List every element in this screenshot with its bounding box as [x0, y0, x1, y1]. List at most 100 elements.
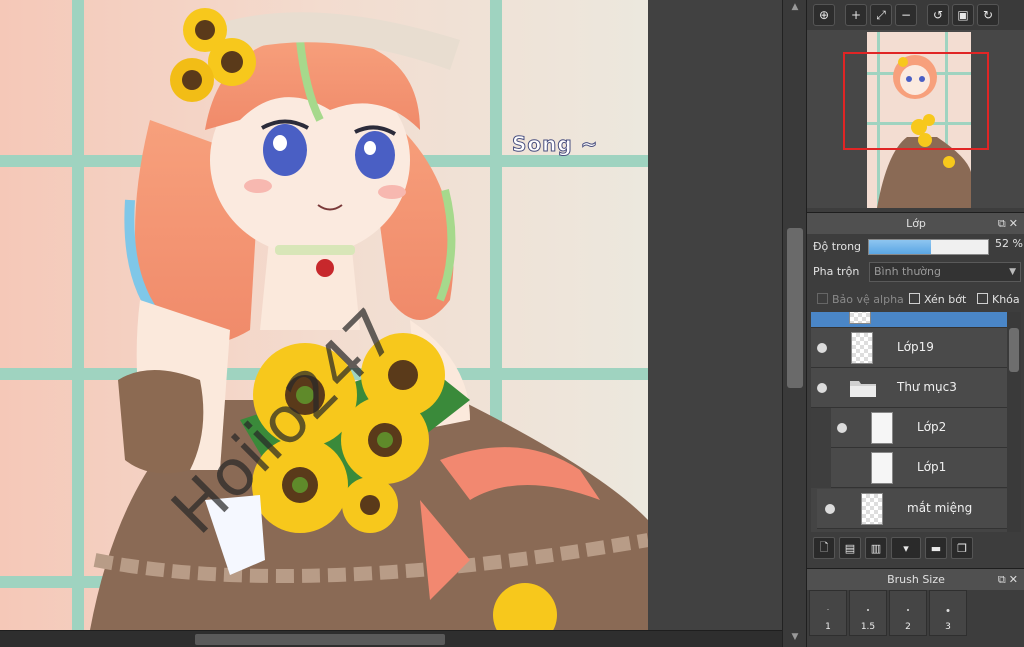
protect-alpha-check-icon — [817, 293, 828, 304]
new-8bit-layer-icon: ▤ — [844, 541, 856, 555]
navigator-toolbar: ⊕ + ⤢ − ↺ ▣ ↻ — [807, 0, 1024, 30]
zoom-out-button[interactable]: − — [895, 4, 917, 26]
layer-thumbnail — [861, 493, 883, 525]
zoom-fit-button[interactable]: ⊕ — [813, 4, 835, 26]
layer-thumbnail — [849, 312, 871, 324]
opacity-slider[interactable] — [868, 239, 989, 255]
layer-row-lop1[interactable]: Lớp1 — [811, 448, 1007, 488]
brush-dot-icon — [827, 609, 829, 610]
eye-visibility-icon[interactable] — [817, 383, 827, 393]
zoom-out-icon: − — [900, 8, 912, 22]
vertical-scroll-thumb[interactable] — [787, 228, 803, 388]
horizontal-scroll-thumb[interactable] — [195, 634, 445, 645]
eye-visibility-icon[interactable] — [837, 423, 847, 433]
brush-dot-icon — [867, 609, 869, 611]
layer-row-selected[interactable] — [811, 312, 1007, 328]
brush-size-cell[interactable]: 1.5 — [849, 590, 887, 636]
navigator-panel[interactable] — [807, 30, 1024, 208]
add-layer-dropdown-icon: ▾ — [903, 541, 909, 555]
brush-size-title-text: Brush Size — [887, 573, 945, 586]
fit-screen-button[interactable]: ⤢ — [870, 4, 892, 26]
canvas-background — [648, 0, 782, 630]
blend-label: Pha trộn — [813, 265, 860, 278]
rotate-right-button[interactable]: ↻ — [977, 4, 999, 26]
eye-visibility-icon[interactable] — [817, 343, 827, 353]
new-1bit-layer-icon: ▥ — [870, 541, 882, 555]
chevron-down-icon: ▼ — [1009, 267, 1016, 277]
lock-check-icon — [977, 293, 988, 304]
rotate-left-button[interactable]: ↺ — [927, 4, 949, 26]
navigator-view-rectangle[interactable] — [843, 52, 989, 150]
layer-list-scrollbar[interactable] — [1007, 312, 1021, 532]
eye-visibility-icon[interactable] — [825, 504, 835, 514]
vertical-scrollbar[interactable]: ▲ ▼ — [782, 0, 806, 647]
brush-size-panel-title: Brush Size ⧉✕ — [807, 568, 1024, 590]
layer-row-folder-thu-muc3[interactable]: Thư mục3 — [811, 368, 1007, 408]
brush-size-label: 1.5 — [860, 622, 876, 632]
canvas-area[interactable]: Song ~ Hoiio247 — [0, 0, 790, 647]
layer-list[interactable]: Lớp19 Thư mục3 Lớp2 Lớp1 mắt miệng — [811, 312, 1007, 532]
clipping-check-icon — [909, 293, 920, 304]
opacity-slider-fill — [869, 240, 931, 254]
layer-thumbnail — [851, 332, 873, 364]
new-layer-button[interactable]: 🗋 — [813, 537, 835, 559]
layer-panel-title-text: Lớp — [906, 217, 926, 230]
brush-size-cell[interactable]: 2 — [889, 590, 927, 636]
layer-row-mat-mieng[interactable]: mắt miệng — [817, 489, 1007, 529]
artwork-canvas[interactable]: Song ~ Hoiio247 — [0, 0, 648, 630]
brush-size-panel: Brush Size ⧉✕ 1 1.5 2 3 — [807, 568, 1024, 647]
panel-popout-close-icon[interactable]: ⧉✕ — [998, 213, 1021, 235]
brush-size-cell[interactable]: 1 — [809, 590, 847, 636]
lock-checkbox[interactable]: Khóa — [977, 290, 1020, 310]
brush-size-label: 2 — [905, 622, 911, 632]
new-layer-1bit-button[interactable]: ▥ — [865, 537, 887, 559]
layer-toolbar: 🗋 ▤ ▥ ▾ ▬ ❐ — [807, 534, 1024, 562]
fit-screen-icon: ⤢ — [876, 7, 886, 22]
new-layer-icon: 🗋 — [819, 540, 829, 554]
clipping-checkbox[interactable]: Xén bớt — [909, 290, 966, 310]
duplicate-layer-icon: ❐ — [957, 541, 967, 555]
clipping-label: Xén bớt — [924, 293, 967, 306]
scroll-up-arrow-icon[interactable]: ▲ — [789, 2, 801, 12]
layer-name: Lớp2 — [917, 420, 947, 434]
panel-popout-close-icon[interactable]: ⧉✕ — [998, 569, 1021, 591]
new-folder-button[interactable]: ▬ — [925, 537, 947, 559]
brush-size-label: 1 — [825, 622, 831, 632]
rotate-left-icon: ↺ — [932, 8, 944, 22]
layer-name: mắt miệng — [907, 501, 973, 515]
zoom-fit-icon: ⊕ — [818, 8, 830, 22]
layer-name: Thư mục3 — [897, 380, 957, 394]
layer-name: Lớp1 — [917, 460, 947, 474]
opacity-label: Độ trong — [813, 240, 862, 253]
right-panel: ⊕ + ⤢ − ↺ ▣ ↻ Lớp ⧉✕ Độ trong 52 % Pha t… — [806, 0, 1024, 647]
zoom-in-button[interactable]: + — [845, 4, 867, 26]
new-layer-8bit-button[interactable]: ▤ — [839, 537, 861, 559]
brush-size-label: 3 — [945, 622, 951, 632]
actual-size-icon: ▣ — [957, 8, 969, 22]
signature-text: Song ~ — [511, 132, 599, 157]
folder-icon — [850, 381, 876, 397]
layer-panel-title: Lớp ⧉✕ — [807, 212, 1024, 234]
lock-label: Khóa — [992, 293, 1020, 306]
layer-list-scroll-thumb[interactable] — [1009, 328, 1019, 372]
opacity-value: 52 % — [995, 237, 1023, 250]
zoom-in-icon: + — [850, 8, 862, 22]
add-layer-dropdown-button[interactable]: ▾ — [891, 537, 921, 559]
actual-size-button[interactable]: ▣ — [952, 4, 974, 26]
scroll-down-arrow-icon[interactable]: ▼ — [789, 632, 801, 642]
indent-bar — [811, 448, 831, 488]
blend-mode-value: Bình thường — [874, 265, 941, 278]
layer-panel: Lớp ⧉✕ Độ trong 52 % Pha trộn Bình thườn… — [807, 212, 1024, 562]
horizontal-scrollbar[interactable] — [0, 630, 782, 647]
app-window: Song ~ Hoiio247 ▲ ▼ ⊕ + ⤢ − ↺ ▣ ↻ Lớp ⧉✕… — [0, 0, 1024, 647]
blend-mode-select[interactable]: Bình thường ▼ — [869, 262, 1021, 282]
artwork-illustration — [0, 0, 648, 630]
duplicate-layer-button[interactable]: ❐ — [951, 537, 973, 559]
layer-thumbnail — [871, 452, 893, 484]
rotate-right-icon: ↻ — [982, 8, 994, 22]
brush-size-cell[interactable]: 3 — [929, 590, 967, 636]
layer-thumbnail — [871, 412, 893, 444]
layer-row-lop2[interactable]: Lớp2 — [811, 408, 1007, 448]
layer-row-lop19[interactable]: Lớp19 — [811, 328, 1007, 368]
protect-alpha-checkbox[interactable]: Bảo vệ alpha — [817, 290, 904, 310]
